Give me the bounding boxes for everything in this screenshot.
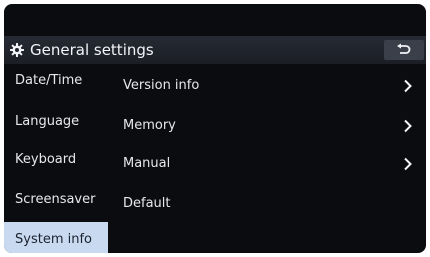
row-label: Memory [123,118,176,133]
sidebar-item-date-time[interactable]: Date/Time [4,64,108,101]
row-label: Version info [123,78,200,93]
sidebar-item-label: Keyboard [15,152,77,167]
list-item-memory[interactable]: Memory [108,107,426,144]
back-button[interactable] [384,40,424,60]
chevron-right-icon [404,79,412,93]
sidebar-item-system-info[interactable]: System info [4,222,108,253]
sidebar-item-label: Language [15,114,80,129]
chevron-right-icon [404,119,412,133]
row-label: Default [123,196,171,211]
settings-screen: General settings Date/Time Language Keyb… [4,4,426,253]
header-bar: General settings [4,36,426,64]
list-item-default[interactable]: Default [108,185,426,222]
list-item-manual[interactable]: Manual [108,145,426,182]
sidebar-item-keyboard[interactable]: Keyboard [4,143,108,180]
sidebar-item-label: System info [15,232,92,247]
sidebar-item-label: Screensaver [15,192,96,207]
sidebar-item-label: Date/Time [15,73,83,88]
sidebar-item-screensaver[interactable]: Screensaver [4,183,108,220]
list-item-version-info[interactable]: Version info [108,67,426,104]
back-icon [397,43,411,54]
page-title: General settings [30,41,154,59]
gear-icon [10,43,24,57]
row-label: Manual [123,156,171,171]
chevron-right-icon [404,157,412,171]
sidebar-item-language[interactable]: Language [4,105,108,142]
